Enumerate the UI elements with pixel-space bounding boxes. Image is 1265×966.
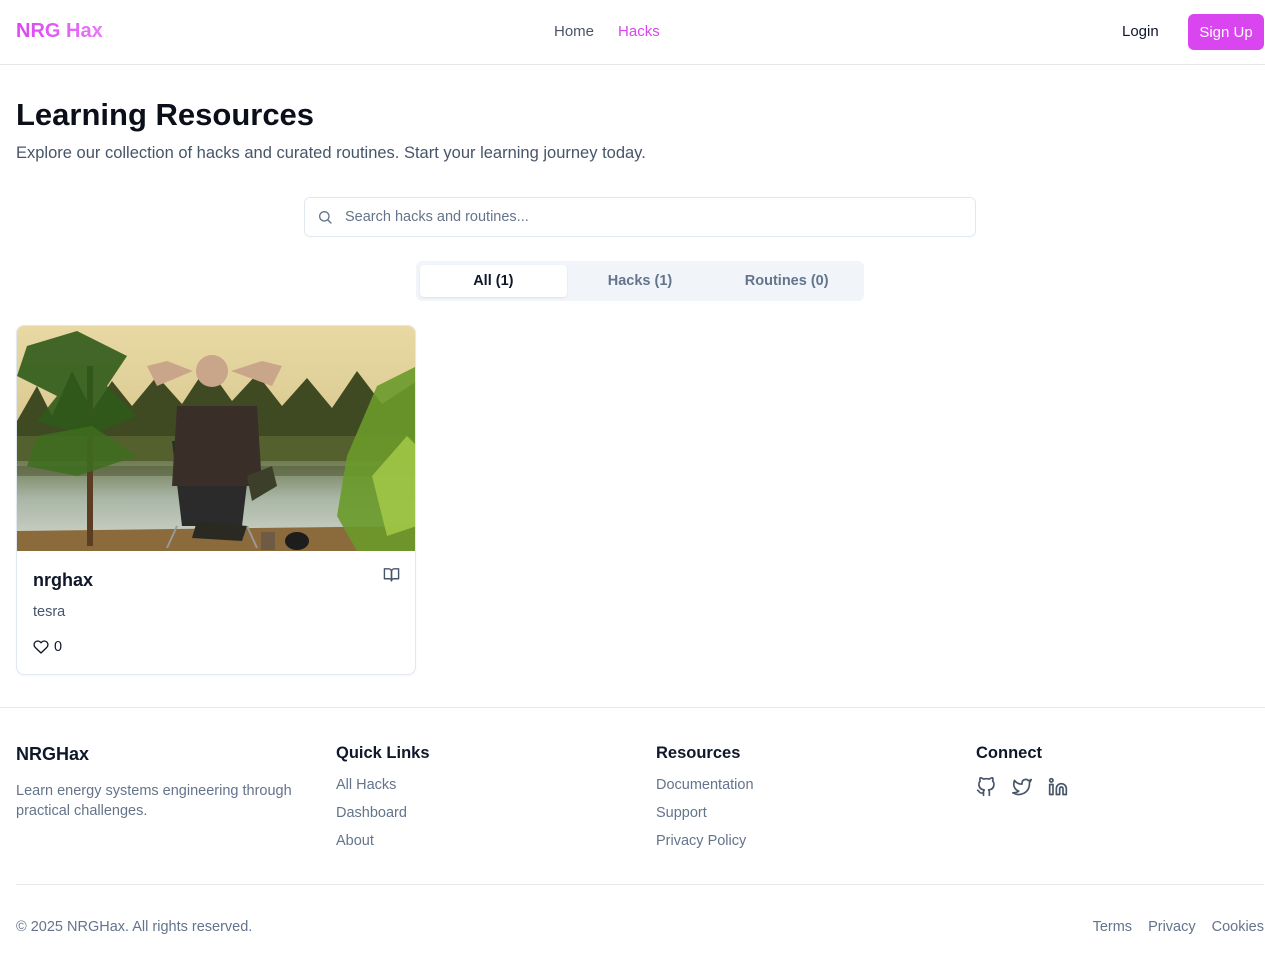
footer-divider xyxy=(16,884,1264,885)
footer-resources: Resources Documentation Support Privacy … xyxy=(656,744,754,861)
footer-description: Learn energy systems engineering through… xyxy=(16,783,292,819)
tab-all[interactable]: All (1) xyxy=(420,265,567,297)
like-button[interactable]: 0 xyxy=(33,639,62,655)
resource-card[interactable]: nrghax tesra 0 xyxy=(16,325,416,675)
footer-link-all-hacks[interactable]: All Hacks xyxy=(336,777,430,805)
site-header: NRG Hax Home Hacks Login Sign Up xyxy=(0,0,1265,65)
footer-link-dashboard[interactable]: Dashboard xyxy=(336,805,430,833)
footer-brand: NRGHax xyxy=(16,744,90,764)
search-icon xyxy=(319,211,332,224)
legal-terms[interactable]: Terms xyxy=(1093,919,1132,935)
like-count: 0 xyxy=(54,639,63,655)
copyright: © 2025 NRGHax. All rights reserved. xyxy=(16,919,253,935)
book-open-icon xyxy=(383,568,400,582)
footer-connect: Connect xyxy=(976,744,1068,797)
main-nav: Home Hacks xyxy=(554,23,660,40)
quick-links-heading: Quick Links xyxy=(336,744,430,762)
site-logo[interactable]: NRG Hax xyxy=(16,20,103,43)
resources-heading: Resources xyxy=(656,744,741,762)
footer-link-documentation[interactable]: Documentation xyxy=(656,777,754,805)
nav-home[interactable]: Home xyxy=(554,23,594,40)
search-box xyxy=(304,197,976,237)
connect-heading: Connect xyxy=(976,744,1042,762)
heart-icon xyxy=(33,640,49,654)
footer-link-about[interactable]: About xyxy=(336,833,430,861)
linkedin-icon[interactable] xyxy=(1048,777,1068,797)
footer-link-support[interactable]: Support xyxy=(656,805,754,833)
footer-quick-links: Quick Links All Hacks Dashboard About xyxy=(336,744,430,861)
legal-privacy[interactable]: Privacy xyxy=(1148,919,1196,935)
legal-links: Terms Privacy Cookies xyxy=(1093,919,1264,935)
card-description: tesra xyxy=(33,604,66,620)
page-subtitle: Explore our collection of hacks and cura… xyxy=(16,144,646,162)
login-link[interactable]: Login xyxy=(1122,23,1159,40)
twitter-icon[interactable] xyxy=(1012,777,1032,797)
footer-brand-column: NRGHax Learn energy systems engineering … xyxy=(16,744,316,821)
filter-tabs: All (1) Hacks (1) Routines (0) xyxy=(416,261,864,301)
search-input[interactable] xyxy=(345,198,965,236)
footer-link-privacy-policy[interactable]: Privacy Policy xyxy=(656,833,754,861)
tab-routines[interactable]: Routines (0) xyxy=(713,265,860,297)
site-footer: NRGHax Learn energy systems engineering … xyxy=(0,707,1265,966)
nav-hacks[interactable]: Hacks xyxy=(618,23,660,40)
card-image xyxy=(17,326,415,551)
legal-cookies[interactable]: Cookies xyxy=(1212,919,1264,935)
signup-button[interactable]: Sign Up xyxy=(1188,14,1264,50)
tab-hacks[interactable]: Hacks (1) xyxy=(567,265,714,297)
card-title[interactable]: nrghax xyxy=(33,570,93,591)
page-title: Learning Resources xyxy=(16,97,315,132)
github-icon[interactable] xyxy=(976,776,996,797)
